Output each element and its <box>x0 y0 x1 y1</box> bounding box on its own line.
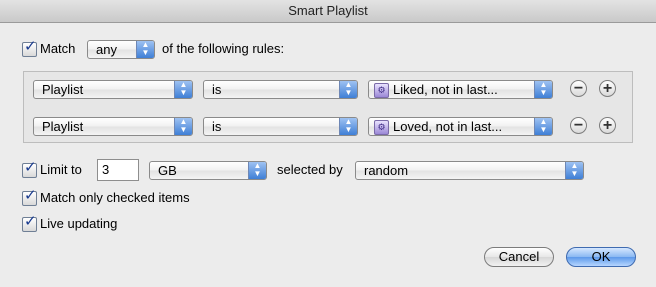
checkmark-icon: ✓ <box>24 187 37 204</box>
ok-button[interactable]: OK <box>566 247 636 267</box>
minus-icon: − <box>573 117 584 134</box>
match-checked-checkbox[interactable]: ✓ <box>22 187 37 206</box>
cancel-button[interactable]: Cancel <box>484 247 554 267</box>
limit-label: Limit to <box>40 162 82 177</box>
checkmark-icon: ✓ <box>24 38 37 55</box>
checkmark-icon: ✓ <box>24 159 37 176</box>
minus-icon: − <box>573 80 584 97</box>
popup-arrows-icon: ▲ ▼ <box>136 41 154 58</box>
rule-1-operator-value: is <box>212 82 222 97</box>
rule-2-field-popup[interactable]: Playlist ▲ ▼ <box>33 117 193 136</box>
popup-arrows-icon: ▲ ▼ <box>534 118 552 135</box>
popup-arrows-icon: ▲ ▼ <box>534 81 552 98</box>
rule-2-operator-value: is <box>212 119 222 134</box>
rule-2-operator-popup[interactable]: is ▲ ▼ <box>203 117 358 136</box>
smart-playlist-icon: ⚙ <box>374 83 389 98</box>
plus-icon: + <box>602 117 613 134</box>
window-title: Smart Playlist <box>0 0 656 23</box>
limit-unit-value: GB <box>158 163 177 178</box>
limit-checkbox[interactable]: ✓ <box>22 159 37 178</box>
match-checkbox[interactable]: ✓ <box>22 38 37 57</box>
match-mode-value: any <box>96 42 117 57</box>
rule-1-operator-popup[interactable]: is ▲ ▼ <box>203 80 358 99</box>
popup-arrows-icon: ▲ ▼ <box>339 118 357 135</box>
rule-2-value: Loved, not in last... <box>393 119 503 134</box>
limit-unit-popup[interactable]: GB ▲ ▼ <box>149 161 267 180</box>
live-updating-label: Live updating <box>40 216 118 231</box>
rule-2-value-popup[interactable]: ⚙ Loved, not in last... ▲ ▼ <box>368 117 553 136</box>
checkmark-icon: ✓ <box>24 213 37 230</box>
popup-arrows-icon: ▲ ▼ <box>248 162 266 179</box>
popup-arrows-icon: ▲ ▼ <box>565 162 583 179</box>
match-label: Match <box>40 41 76 56</box>
rule-1-field-value: Playlist <box>42 82 84 97</box>
rule-1-remove-button[interactable]: − <box>570 80 587 97</box>
rules-suffix-label: of the following rules: <box>162 41 285 56</box>
selected-by-label: selected by <box>277 162 343 177</box>
rule-1-add-button[interactable]: + <box>599 80 616 97</box>
plus-icon: + <box>602 80 613 97</box>
rule-1-field-popup[interactable]: Playlist ▲ ▼ <box>33 80 193 99</box>
rule-2-field-value: Playlist <box>42 119 84 134</box>
rule-2-remove-button[interactable]: − <box>570 117 587 134</box>
popup-arrows-icon: ▲ ▼ <box>339 81 357 98</box>
popup-arrows-icon: ▲ ▼ <box>174 118 192 135</box>
smart-playlist-icon: ⚙ <box>374 120 389 135</box>
popup-arrows-icon: ▲ ▼ <box>174 81 192 98</box>
selected-by-popup[interactable]: random ▲ ▼ <box>355 161 584 180</box>
match-mode-popup[interactable]: any ▲ ▼ <box>87 40 155 59</box>
rule-2-add-button[interactable]: + <box>599 117 616 134</box>
selected-by-value: random <box>364 163 409 178</box>
match-checked-label: Match only checked items <box>40 190 190 205</box>
rule-1-value: Liked, not in last... <box>393 82 498 97</box>
limit-amount-input[interactable]: 3 <box>97 159 139 181</box>
live-updating-checkbox[interactable]: ✓ <box>22 213 37 232</box>
rule-1-value-popup[interactable]: ⚙ Liked, not in last... ▲ ▼ <box>368 80 553 99</box>
